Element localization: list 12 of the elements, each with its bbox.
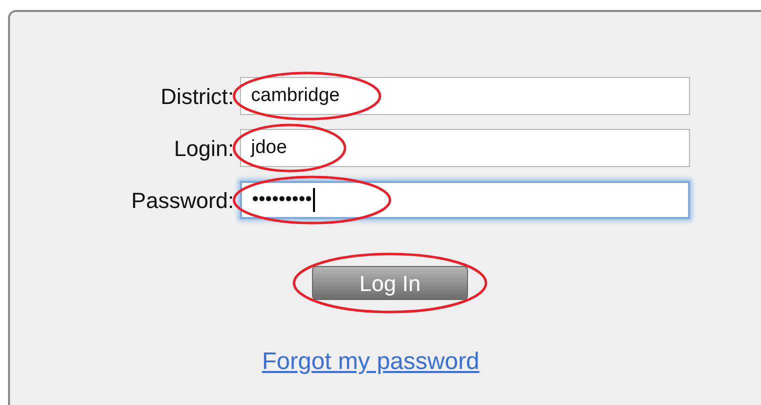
field-value: •••••••••	[252, 188, 312, 212]
input-field[interactable]: cambridge	[240, 77, 690, 115]
field-label: Password:	[130, 186, 234, 214]
login-button[interactable]: Log In	[312, 266, 468, 300]
text-caret	[312, 188, 315, 212]
field-label: District:	[160, 82, 234, 110]
field-label: Login:	[173, 134, 234, 163]
input-field[interactable]: jdoe	[240, 129, 690, 167]
input-field[interactable]: •••••••••	[240, 181, 690, 219]
forgot-password-link[interactable]: Forgot my password	[262, 348, 480, 375]
field-value: jdoe	[251, 136, 287, 160]
field-value: cambridge	[251, 84, 340, 108]
